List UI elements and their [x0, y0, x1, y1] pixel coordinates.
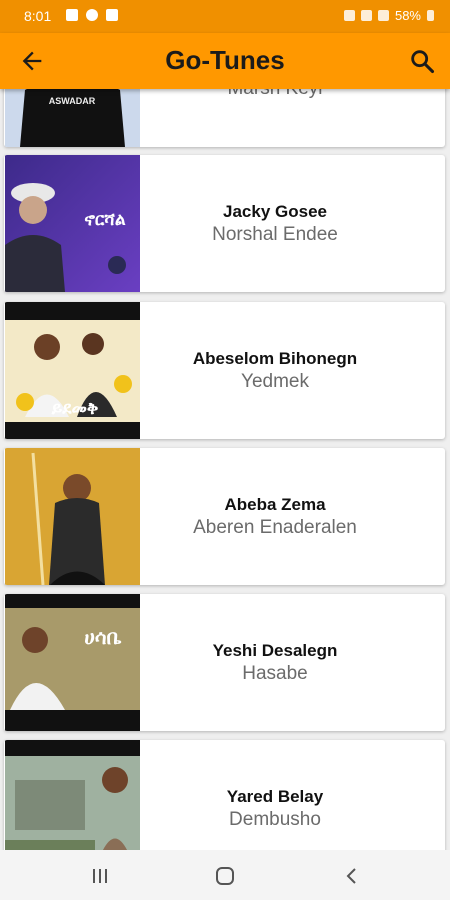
nav-back-icon[interactable] — [341, 865, 363, 887]
album-thumbnail: ይደመቅ — [5, 302, 140, 439]
thumb-text: ASWADAR — [49, 96, 96, 106]
status-bar: 8:01 58% — [0, 0, 450, 33]
app-bar: Go-Tunes — [0, 33, 450, 89]
song-info: Jacky Gosee Norshal Endee — [150, 155, 445, 292]
recent-apps-icon[interactable] — [89, 865, 111, 887]
album-thumbnail: ኖርሻል — [5, 155, 140, 292]
thumb-text: ይደመቅ — [51, 399, 99, 419]
song-info: Yared Belay Dembusho — [150, 740, 445, 850]
song-title: Aberen Enaderalen — [193, 516, 357, 538]
page-title: Go-Tunes — [165, 45, 285, 75]
system-nav-bar — [0, 850, 450, 900]
song-info: Abeba Zema Aberen Enaderalen — [150, 448, 445, 585]
song-title: Marsh Keyi — [150, 89, 400, 100]
artist-name: Abeba Zema — [224, 494, 326, 514]
song-info: Abeselom Bihonegn Yedmek — [150, 302, 445, 439]
battery-percent: 58% — [394, 8, 421, 23]
battery-icon — [427, 10, 434, 21]
song-list[interactable]: ASWADAR Marsh Keyi ኖርሻል Jacky Gosee Nors… — [0, 89, 450, 850]
song-card[interactable]: ሀሳቤ Yeshi Desalegn Hasabe — [4, 594, 445, 731]
signal-icon — [377, 10, 389, 21]
thumb-text: ሀሳቤ — [84, 625, 121, 649]
status-right: 58% — [343, 8, 434, 23]
album-thumbnail — [5, 740, 140, 850]
album-thumbnail — [5, 448, 140, 585]
status-time: 8:01 — [24, 8, 52, 24]
song-info: Yeshi Desalegn Hasabe — [150, 594, 445, 731]
song-card[interactable]: Yared Belay Dembusho — [4, 740, 445, 850]
mute-icon — [343, 10, 355, 21]
artist-name: Yeshi Desalegn — [212, 640, 338, 660]
thumb-text: ኖርሻል — [84, 210, 126, 230]
song-info: Marsh Keyi — [150, 89, 445, 147]
artist-name: Jacky Gosee — [223, 201, 327, 221]
search-icon[interactable] — [408, 47, 436, 75]
song-card[interactable]: ይደመቅ Abeselom Bihonegn Yedmek — [4, 302, 445, 439]
album-thumbnail: ሀሳቤ — [5, 594, 140, 731]
song-card[interactable]: ኖርሻል Jacky Gosee Norshal Endee — [4, 155, 445, 292]
album-thumbnail: ASWADAR — [5, 89, 140, 147]
gallery-notification-icon — [66, 9, 78, 21]
song-title: Dembusho — [229, 808, 321, 830]
wifi-icon — [360, 10, 372, 21]
song-title: Norshal Endee — [212, 223, 338, 245]
song-card[interactable]: ASWADAR Marsh Keyi — [4, 89, 445, 147]
check-notification-icon — [106, 9, 118, 21]
artist-name: Abeselom Bihonegn — [192, 348, 358, 368]
artist-name: Yared Belay — [226, 786, 324, 806]
song-title: Yedmek — [241, 370, 309, 392]
song-card[interactable]: Abeba Zema Aberen Enaderalen — [4, 448, 445, 585]
app-notification-icon — [86, 9, 98, 21]
song-title: Hasabe — [242, 662, 308, 684]
home-icon[interactable] — [214, 865, 236, 887]
